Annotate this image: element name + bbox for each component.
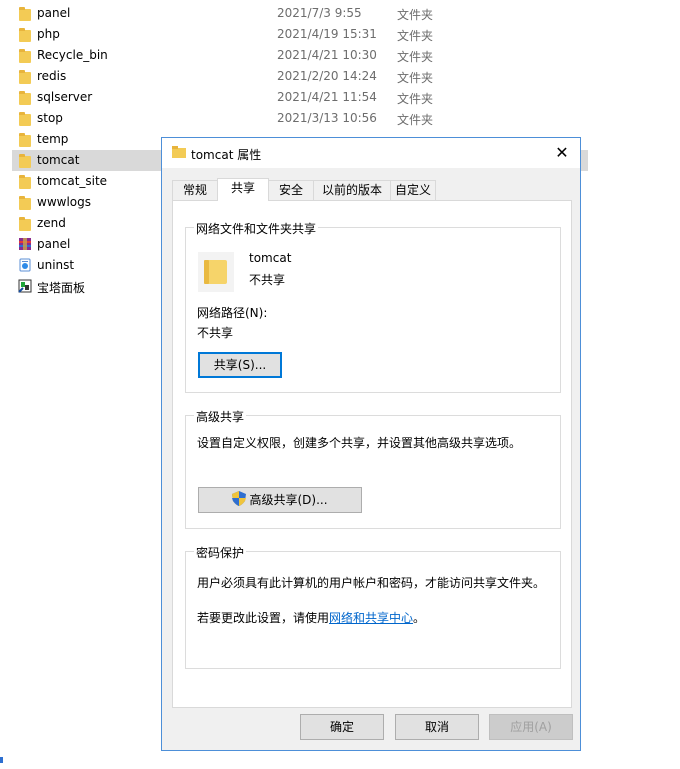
file-name: 宝塔面板	[37, 281, 86, 295]
file-row[interactable]: redis 2021/2/20 14:24 文件夹	[12, 66, 588, 87]
change-setting-suffix: 。	[413, 611, 426, 625]
share-button[interactable]: 共享(S)...	[198, 352, 282, 378]
file-date: 2021/7/3 9:55	[277, 6, 362, 20]
tab-customize[interactable]: 自定义	[390, 180, 436, 200]
file-name: tomcat	[37, 153, 80, 167]
window-edge-marker	[0, 757, 3, 763]
file-date: 2021/4/21 11:54	[277, 90, 377, 104]
file-name: temp	[37, 132, 69, 146]
file-name: redis	[37, 69, 67, 83]
tab-label: 共享	[230, 181, 255, 195]
dialog-titlebar[interactable]: tomcat 属性 ✕	[162, 138, 580, 168]
network-path-label: 网络路径(N):	[197, 306, 268, 320]
change-setting-text: 若要更改此设置，请使用网络和共享中心。	[197, 609, 425, 626]
folder-icon	[18, 90, 32, 105]
network-sharing-group: 网络文件和文件夹共享 tomcat 不共享 网络路径(N): 不共享 共享(S)…	[185, 220, 561, 393]
tab-label: 以前的版本	[321, 183, 382, 197]
folder-icon	[18, 174, 32, 189]
advanced-sharing-button[interactable]: 高级共享(D)...	[198, 487, 362, 513]
folder-icon	[18, 27, 32, 42]
ok-button[interactable]: 确定	[300, 714, 384, 740]
file-type: 文件夹	[397, 71, 434, 85]
tab-security[interactable]: 安全	[268, 180, 314, 200]
password-protection-group: 密码保护 用户必须具有此计算机的用户帐户和密码，才能访问共享文件夹。 若要更改此…	[185, 544, 561, 669]
apply-button[interactable]: 应用(A)	[489, 714, 573, 740]
file-type: 文件夹	[397, 8, 434, 22]
tab-bar: 常规 共享 安全 以前的版本 自定义	[172, 178, 572, 201]
share-status: 不共享	[249, 273, 286, 287]
folder-icon	[18, 216, 32, 231]
folder-name: tomcat	[249, 251, 292, 265]
tab-sharing[interactable]: 共享	[217, 178, 269, 201]
folder-icon	[18, 6, 32, 21]
password-description: 用户必须具有此计算机的用户帐户和密码，才能访问共享文件夹。	[197, 576, 546, 590]
file-name: zend	[37, 216, 66, 230]
folder-icon	[18, 132, 32, 147]
uac-shield-icon	[232, 491, 247, 506]
tab-label: 自定义	[394, 183, 431, 197]
tab-general[interactable]: 常规	[172, 180, 218, 200]
sharing-panel: 网络文件和文件夹共享 tomcat 不共享 网络路径(N): 不共享 共享(S)…	[172, 200, 572, 708]
file-name: stop	[37, 111, 63, 125]
shared-folder-icon	[198, 252, 234, 292]
file-name: panel	[37, 237, 71, 251]
group-title: 密码保护	[194, 544, 247, 561]
folder-icon	[18, 48, 32, 63]
file-date: 2021/4/19 15:31	[277, 27, 377, 41]
file-type: 文件夹	[397, 113, 434, 127]
file-row[interactable]: php 2021/4/19 15:31 文件夹	[12, 24, 588, 45]
file-name: Recycle_bin	[37, 48, 108, 62]
file-type: 文件夹	[397, 92, 434, 106]
close-button[interactable]: ✕	[544, 138, 580, 168]
advanced-sharing-label: 高级共享(D)...	[249, 493, 328, 507]
folder-icon	[18, 153, 32, 168]
file-type: 文件夹	[397, 50, 434, 64]
group-title: 网络文件和文件夹共享	[194, 220, 319, 237]
properties-dialog: tomcat 属性 ✕ 常规 共享 安全 以前的版本 自定义 网络文件和文件夹共…	[161, 137, 581, 751]
folder-icon	[18, 69, 32, 84]
cancel-button[interactable]: 取消	[395, 714, 479, 740]
folder-icon	[18, 195, 32, 210]
advanced-description: 设置自定义权限，创建多个共享，并设置其他高级共享选项。	[197, 436, 522, 450]
file-date: 2021/4/21 10:30	[277, 48, 377, 62]
group-title: 高级共享	[194, 408, 247, 425]
close-icon: ✕	[555, 143, 569, 162]
tab-label: 常规	[182, 183, 207, 197]
file-date: 2021/2/20 14:24	[277, 69, 377, 83]
file-name: php	[37, 27, 60, 41]
file-type: 文件夹	[397, 29, 434, 43]
uninstall-icon	[18, 258, 32, 272]
network-sharing-center-link[interactable]: 网络和共享中心	[329, 611, 413, 625]
folder-icon	[172, 146, 186, 158]
file-row[interactable]: Recycle_bin 2021/4/21 10:30 文件夹	[12, 45, 588, 66]
tab-previous-versions[interactable]: 以前的版本	[313, 180, 391, 200]
file-name: tomcat_site	[37, 174, 108, 188]
file-name: panel	[37, 6, 71, 20]
file-row[interactable]: panel 2021/7/3 9:55 文件夹	[12, 3, 588, 24]
winrar-icon	[18, 237, 32, 251]
network-path-value: 不共享	[197, 326, 234, 340]
file-name: sqlserver	[37, 90, 93, 104]
file-name: wwwlogs	[37, 195, 91, 209]
file-date: 2021/3/13 10:56	[277, 111, 377, 125]
file-name: uninst	[37, 258, 75, 272]
file-row[interactable]: sqlserver 2021/4/21 11:54 文件夹	[12, 87, 588, 108]
advanced-sharing-group: 高级共享 设置自定义权限，创建多个共享，并设置其他高级共享选项。 高级共享(D)…	[185, 408, 561, 529]
change-setting-prefix: 若要更改此设置，请使用	[197, 611, 330, 625]
tab-label: 安全	[278, 183, 303, 197]
folder-icon	[18, 111, 32, 126]
dialog-title: tomcat 属性	[191, 148, 262, 162]
bt-panel-icon	[18, 279, 32, 293]
file-row[interactable]: stop 2021/3/13 10:56 文件夹	[12, 108, 588, 129]
